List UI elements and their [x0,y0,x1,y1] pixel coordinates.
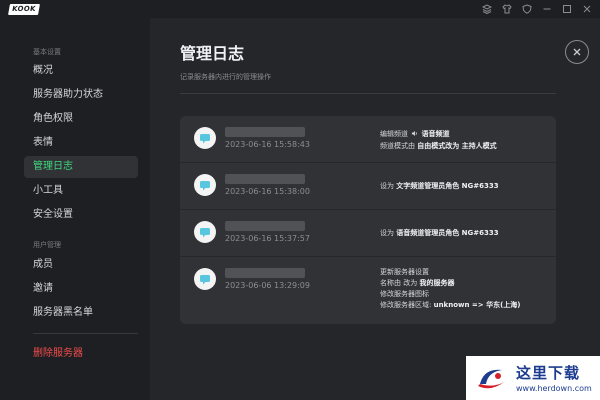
blurred-username [225,268,305,278]
log-timestamp: 2023-06-16 15:37:57 [225,234,310,243]
blurred-username [225,221,305,231]
log-timestamp: 2023-06-16 15:58:43 [225,140,310,149]
section-title-basic: 基本设置 [33,48,61,56]
sidebar-item-delete-server[interactable]: 删除服务器 [24,343,138,365]
settings-sidebar: 基本设置 概况 服务器助力状态 角色权限 表情 管理日志 小工具 安全设置 用户… [0,18,150,400]
chat-bubble-icon [200,181,210,191]
main-content: 管理日志 记录服务器内进行的管理操作 2023-06-16 15:58:43 编… [150,18,600,400]
title-bar: KOOK [0,0,600,18]
log-timestamp: 2023-06-16 15:38:00 [225,187,310,196]
watermark-url: www.herdown.com [516,384,592,393]
log-action-text: 编辑频道 [380,130,408,138]
chat-bubble-icon [200,275,210,285]
log-action-target: 文字频道管理员角色 NG#6333 [396,182,499,190]
avatar [194,221,216,243]
log-entry: 2023-06-16 15:58:43 编辑频道 语音频道 频道模式由 自由模式… [180,116,556,162]
log-action-text: 设为 [380,182,397,190]
avatar [194,268,216,290]
log-action-target: 语音频道管理员角色 NG#6333 [396,229,499,237]
minimize-icon[interactable] [540,2,554,16]
close-settings-button[interactable] [565,40,589,64]
sidebar-item-audit-log[interactable]: 管理日志 [24,156,138,178]
log-action-text: 名称由 改为 [380,279,420,287]
log-entry: 2023-06-16 15:38:00 设为 文字频道管理员角色 NG#6333 [180,163,556,209]
speaker-icon [412,131,418,136]
watermark-title: 这里下载 [516,364,581,382]
sidebar-item-overview[interactable]: 概况 [24,60,138,82]
page-title: 管理日志 [180,44,245,63]
sidebar-item-invites[interactable]: 邀请 [24,278,138,300]
log-action-text: 修改服务器区域: [380,301,434,309]
window-controls [480,2,594,16]
chat-bubble-icon [200,228,210,238]
log-action-line: 修改服务器区域: unknown => 华东(上海) [380,300,520,310]
log-action-line: 修改服务器图标 [380,289,429,299]
close-icon[interactable] [580,2,594,16]
log-action-target: unknown => 华东(上海) [433,301,521,309]
page-subtitle: 记录服务器内进行的管理操作 [180,73,271,81]
log-action-text: 更新服务器设置 [380,268,429,276]
sidebar-item-blacklist[interactable]: 服务器黑名单 [24,302,138,324]
sidebar-item-emojis[interactable]: 表情 [24,132,138,154]
sidebar-item-roles[interactable]: 角色权限 [24,108,138,130]
sidebar-item-boost-status[interactable]: 服务器助力状态 [24,84,138,106]
log-action-target: 语音频道 [421,130,450,138]
log-action-target: 自由模式改为 主持人模式 [417,142,497,150]
log-action-line: 编辑频道 语音频道 [380,129,449,139]
log-timestamp: 2023-06-06 13:29:09 [225,281,310,290]
sidebar-divider [33,333,138,334]
sidebar-item-widgets[interactable]: 小工具 [24,180,138,202]
log-action-line: 更新服务器设置 [380,267,429,277]
sidebar-item-members[interactable]: 成员 [24,254,138,276]
log-action-target: 我的服务器 [419,279,455,287]
watermark: 这里下载 www.herdown.com [466,356,600,400]
chat-bubble-icon [200,134,210,144]
log-entry: 2023-06-16 15:37:57 设为 语音频道管理员角色 NG#6333 [180,210,556,256]
blurred-username [225,174,305,184]
log-action-text: 设为 [380,229,397,237]
section-title-users: 用户管理 [33,241,61,249]
watermark-logo-icon [478,369,504,389]
app-logo: KOOK [8,4,40,15]
header-divider [180,93,556,94]
blurred-username [225,127,305,137]
log-action-text: 修改服务器图标 [380,290,429,298]
stack-icon[interactable] [480,2,494,16]
sidebar-item-security[interactable]: 安全设置 [24,204,138,226]
log-action-line: 频道模式由 自由模式改为 主持人模式 [380,141,497,151]
avatar [194,127,216,149]
log-entry: 2023-06-06 13:29:09 更新服务器设置 名称由 改为 我的服务器… [180,257,556,324]
log-action-line: 设为 语音频道管理员角色 NG#6333 [380,228,499,238]
log-action-line: 设为 文字频道管理员角色 NG#6333 [380,181,499,191]
shirt-icon[interactable] [500,2,514,16]
close-icon [573,48,581,56]
log-action-text: 频道模式由 [380,142,418,150]
log-action-line: 名称由 改为 我的服务器 [380,278,454,288]
avatar [194,174,216,196]
shield-icon[interactable] [520,2,534,16]
audit-log-list: 2023-06-16 15:58:43 编辑频道 语音频道 频道模式由 自由模式… [180,116,556,324]
maximize-icon[interactable] [560,2,574,16]
